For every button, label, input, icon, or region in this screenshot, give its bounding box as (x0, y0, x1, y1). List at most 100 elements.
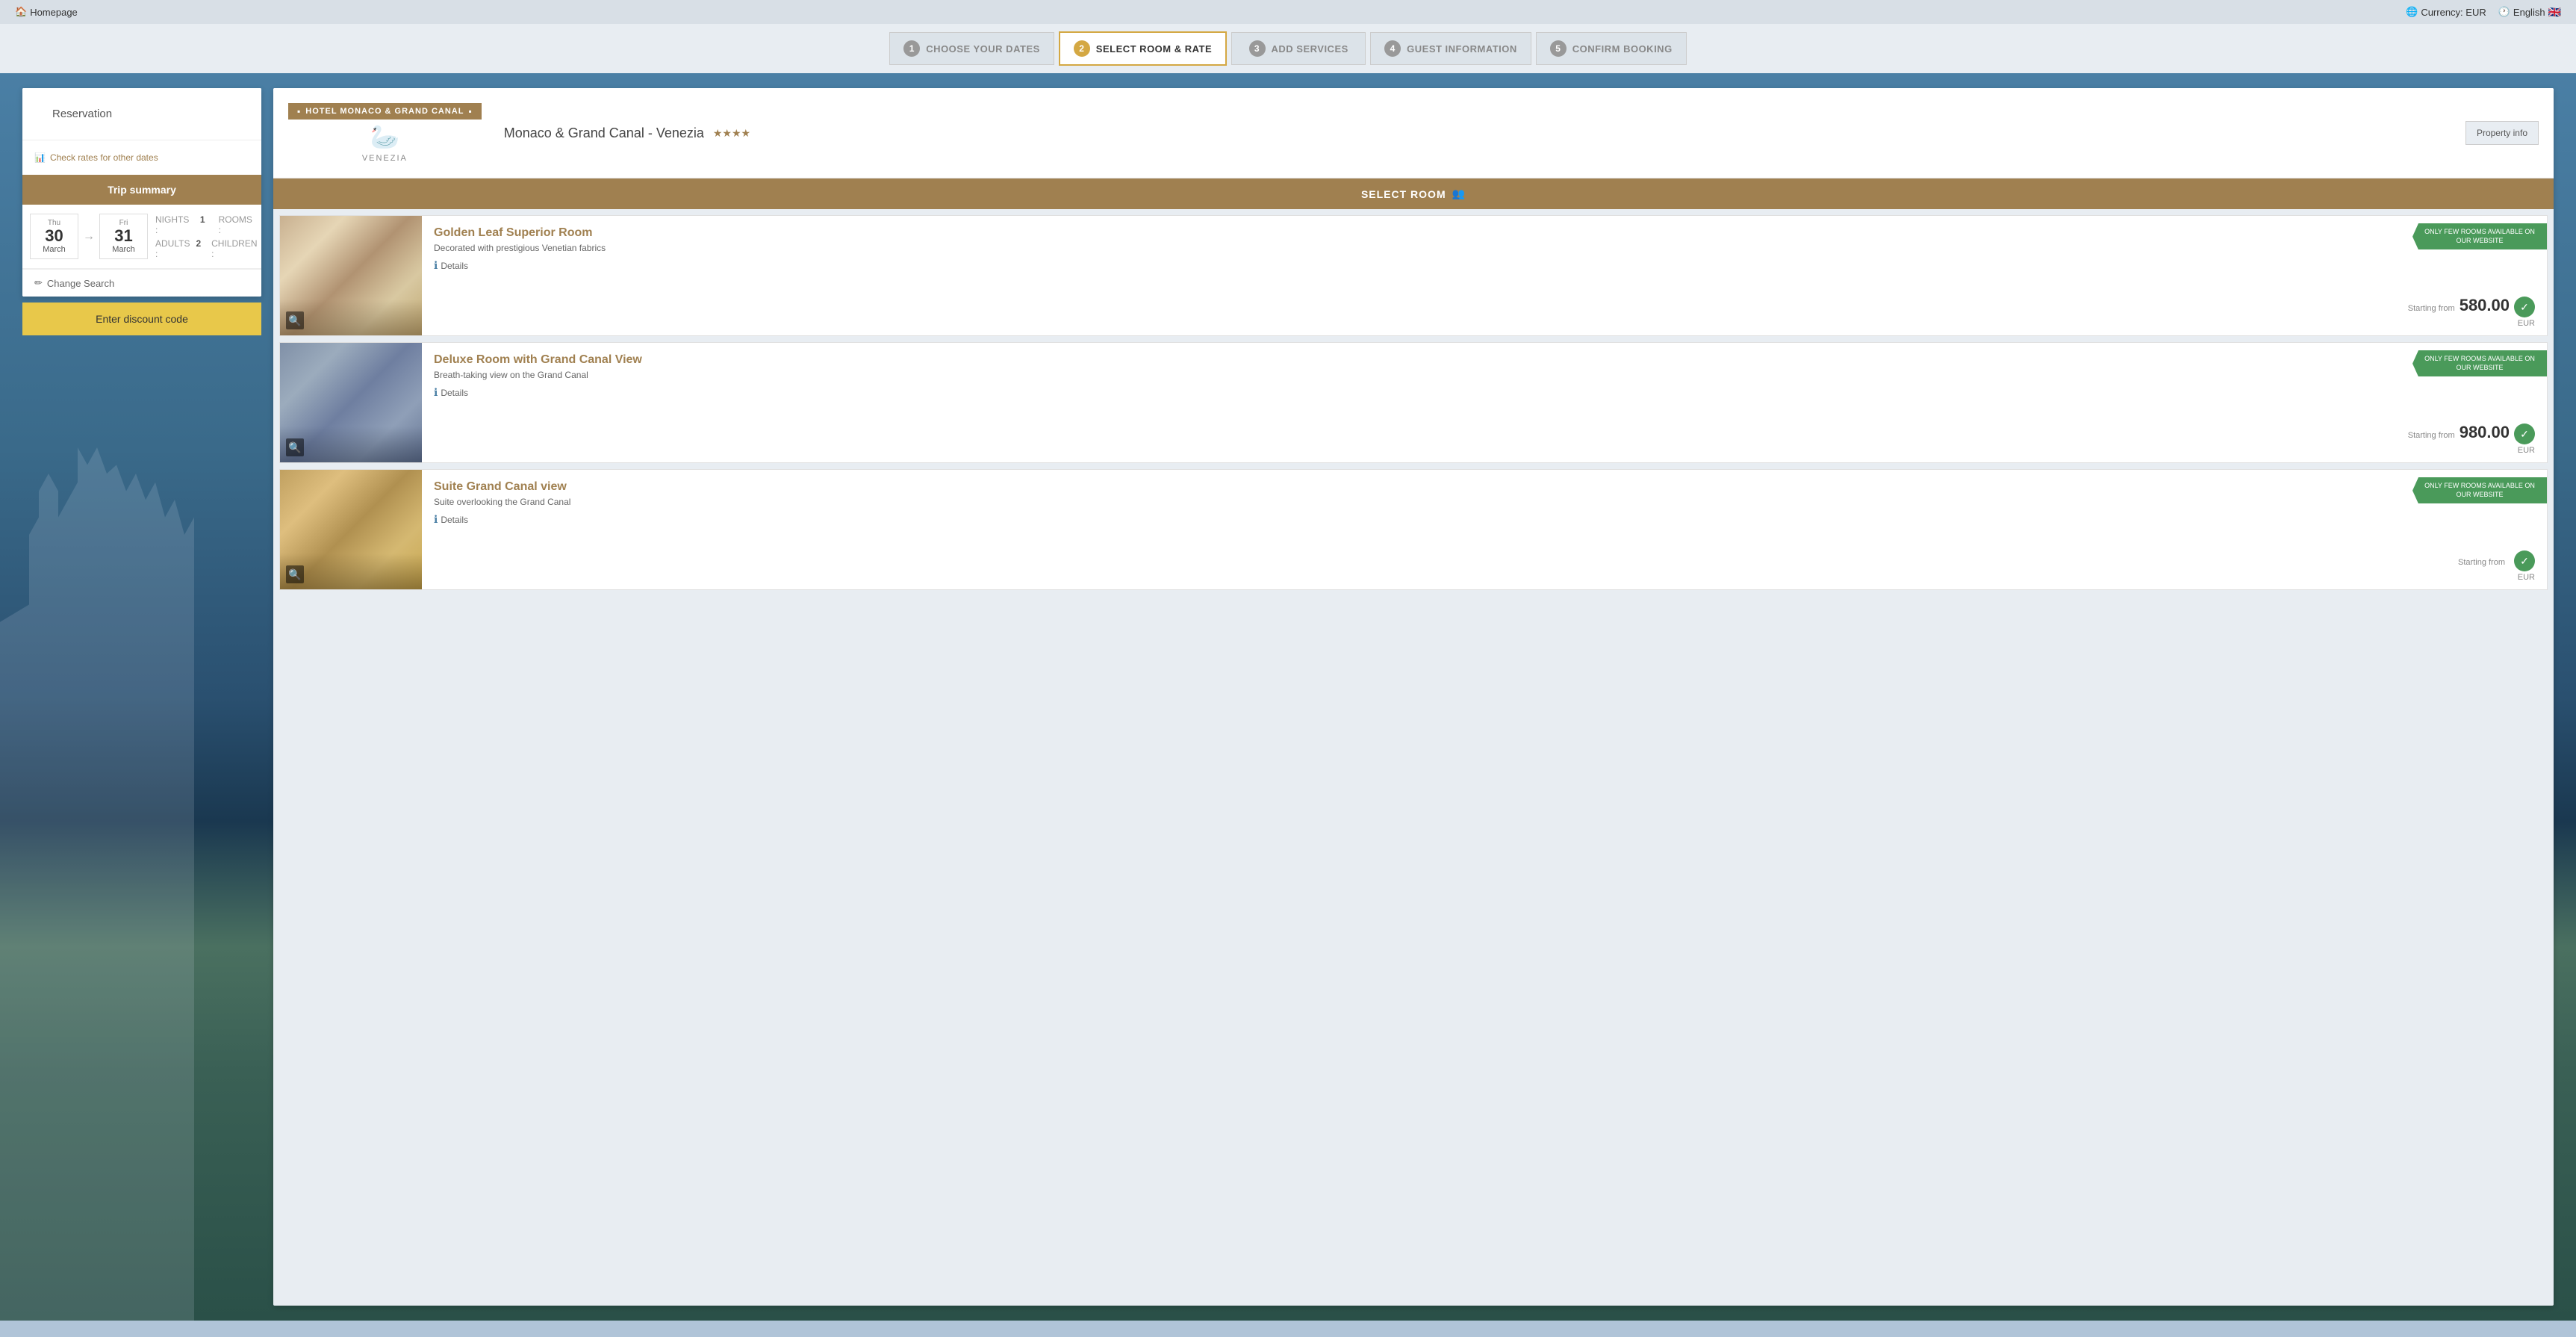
step-label-2: SELECT ROOM & RATE (1096, 43, 1212, 55)
price-amount-deluxe: 980.00 (2460, 423, 2510, 442)
room-image-golden-leaf: 🔍 (280, 216, 422, 335)
chart-icon: 📊 (34, 152, 46, 163)
currency-deluxe: EUR (2408, 446, 2535, 455)
top-bar-left: 🏠 Homepage (15, 6, 78, 18)
guests-icon: 👥 (1452, 187, 1466, 200)
top-bar: 🏠 Homepage 🌐 Currency: EUR 🕐 English 🇬🇧 (0, 0, 2576, 24)
left-panel: Reservation 📊 Check rates for other date… (22, 88, 261, 1306)
top-bar-right: 🌐 Currency: EUR 🕐 English 🇬🇧 (2406, 6, 2561, 19)
availability-badge-golden: ONLY FEW ROOMS AVAILABLE ON OUR WEBSITE (2412, 223, 2547, 249)
language-label: English (2513, 7, 2545, 18)
step-label-4: GUEST INFORMATION (1407, 43, 1517, 55)
step-add-services[interactable]: 3 ADD SERVICES (1231, 32, 1366, 65)
homepage-label: Homepage (30, 7, 78, 18)
homepage-link[interactable]: 🏠 Homepage (15, 6, 78, 18)
room-image-suite: 🔍 (280, 470, 422, 589)
date-info: NIGHTS : 1 ROOMS : 1 ADULTS : 2 CHILDREN… (155, 214, 261, 259)
info-icon-suite: ℹ (434, 513, 438, 526)
checkout-month: March (108, 245, 140, 254)
step-select-room[interactable]: 2 SELECT ROOM & RATE (1059, 31, 1227, 66)
room-desc-suite: Suite overlooking the Grand Canal (434, 497, 2386, 507)
step-guest-info[interactable]: 4 GUEST INFORMATION (1370, 32, 1531, 65)
reservation-card: Reservation 📊 Check rates for other date… (22, 88, 261, 297)
details-link-golden-leaf[interactable]: ℹ Details (434, 259, 2386, 272)
checkin-day-num: 30 (38, 227, 70, 245)
children-label: CHILDREN : (211, 238, 257, 259)
room-info-golden-leaf: Golden Leaf Superior Room Decorated with… (422, 216, 2398, 335)
room-desc-golden-leaf: Decorated with prestigious Venetian fabr… (434, 243, 2386, 253)
pencil-icon: ✏ (34, 277, 43, 289)
room-info-suite: Suite Grand Canal view Suite overlooking… (422, 470, 2398, 589)
room-card-suite: 🔍 Suite Grand Canal view Suite overlooki… (279, 469, 2548, 590)
step-choose-dates[interactable]: 1 CHOOSE YOUR DATES (889, 32, 1054, 65)
step-num-4: 4 (1384, 40, 1401, 57)
room-title-golden-leaf: Golden Leaf Superior Room (434, 226, 2386, 240)
room-info-deluxe: Deluxe Room with Grand Canal View Breath… (422, 343, 2398, 462)
price-row-golden: Starting from 580.00 ✓ (2408, 296, 2535, 318)
rooms-container: 🔍 Golden Leaf Superior Room Decorated wi… (273, 215, 2554, 590)
details-label-suite: Details (441, 515, 468, 525)
hotel-title-area: Monaco & Grand Canal - Venezia ★★★★ (504, 125, 2465, 141)
details-link-deluxe[interactable]: ℹ Details (434, 386, 2386, 399)
starting-from-deluxe: Starting from (2408, 431, 2455, 440)
step-label-1: CHOOSE YOUR DATES (926, 43, 1039, 55)
details-label-deluxe: Details (441, 388, 468, 398)
zoom-icon-suite[interactable]: 🔍 (286, 565, 304, 583)
currency-golden: EUR (2408, 319, 2535, 328)
trip-summary-label: Trip summary (108, 184, 176, 196)
language-selector[interactable]: 🕐 English 🇬🇧 (2498, 6, 2561, 19)
step-num-5: 5 (1550, 40, 1567, 57)
info-icon-golden: ℹ (434, 259, 438, 272)
adults-label: ADULTS : (155, 238, 190, 259)
room-image-deluxe: 🔍 (280, 343, 422, 462)
guests-row: ADULTS : 2 CHILDREN : 0 (155, 238, 261, 259)
select-btn-suite[interactable]: ✓ (2514, 550, 2535, 571)
starting-from-golden: Starting from (2408, 304, 2455, 313)
clock-icon: 🕐 (2498, 6, 2510, 18)
room-card-deluxe: 🔍 Deluxe Room with Grand Canal View Brea… (279, 342, 2548, 463)
discount-code-btn[interactable]: Enter discount code (22, 303, 261, 335)
discount-code-label: Enter discount code (96, 313, 188, 325)
steps-bar: 1 CHOOSE YOUR DATES 2 SELECT ROOM & RATE… (0, 24, 2576, 73)
check-rates-btn[interactable]: 📊 Check rates for other dates (30, 148, 254, 167)
details-label-golden: Details (441, 261, 468, 271)
hotel-stars: ★★★★ (713, 127, 750, 140)
availability-badge-deluxe: ONLY FEW ROOMS AVAILABLE ON OUR WEBSITE (2412, 350, 2547, 376)
room-price-area-deluxe: ONLY FEW ROOMS AVAILABLE ON OUR WEBSITE … (2398, 343, 2547, 462)
checkin-month: March (38, 245, 70, 254)
nights-val: 1 (200, 214, 205, 235)
right-panel: ▪ HOTEL MONACO & GRAND CANAL ▪ 🦢 VENEZIA… (273, 88, 2554, 1306)
nights-row: NIGHTS : 1 ROOMS : 1 (155, 214, 261, 235)
home-icon: 🏠 (15, 6, 27, 18)
hotel-main-title: Monaco & Grand Canal - Venezia (504, 125, 704, 141)
details-link-suite[interactable]: ℹ Details (434, 513, 2386, 526)
rooms-label: ROOMS : (219, 214, 258, 235)
date-arrow: → (83, 230, 95, 243)
availability-badge-suite: ONLY FEW ROOMS AVAILABLE ON OUR WEBSITE (2412, 477, 2547, 503)
step-num-3: 3 (1249, 40, 1266, 57)
trip-summary-bar: Trip summary (22, 175, 261, 205)
hotel-logo-area: ▪ HOTEL MONACO & GRAND CANAL ▪ 🦢 VENEZIA (288, 103, 482, 163)
check-rates-label: Check rates for other dates (50, 152, 158, 163)
zoom-icon-golden[interactable]: 🔍 (286, 311, 304, 329)
select-btn-deluxe[interactable]: ✓ (2514, 424, 2535, 444)
step-num-1: 1 (903, 40, 920, 57)
nights-label: NIGHTS : (155, 214, 194, 235)
price-row-suite: Starting from ✓ (2458, 550, 2535, 571)
property-info-btn[interactable]: Property info (2465, 121, 2539, 145)
currency-icon: 🌐 (2406, 6, 2418, 18)
step-num-2: 2 (1074, 40, 1090, 57)
zoom-icon-deluxe[interactable]: 🔍 (286, 438, 304, 456)
select-btn-golden[interactable]: ✓ (2514, 297, 2535, 317)
currency-selector[interactable]: 🌐 Currency: EUR (2406, 6, 2486, 18)
select-room-label: SELECT ROOM (1361, 188, 1446, 200)
checkin-date-box: Thu 30 March (30, 214, 78, 259)
badge-decoration-left: ▪ (297, 106, 301, 117)
room-desc-deluxe: Breath-taking view on the Grand Canal (434, 370, 2386, 380)
change-search-btn[interactable]: ✏ Change Search (22, 269, 261, 297)
hotel-badge-text: HOTEL MONACO & GRAND CANAL (305, 107, 464, 116)
step-confirm[interactable]: 5 CONFIRM BOOKING (1536, 32, 1687, 65)
flag-icon: 🇬🇧 (2548, 6, 2561, 19)
room-price-area-suite: ONLY FEW ROOMS AVAILABLE ON OUR WEBSITE … (2398, 470, 2547, 589)
price-row-deluxe: Starting from 980.00 ✓ (2408, 423, 2535, 445)
